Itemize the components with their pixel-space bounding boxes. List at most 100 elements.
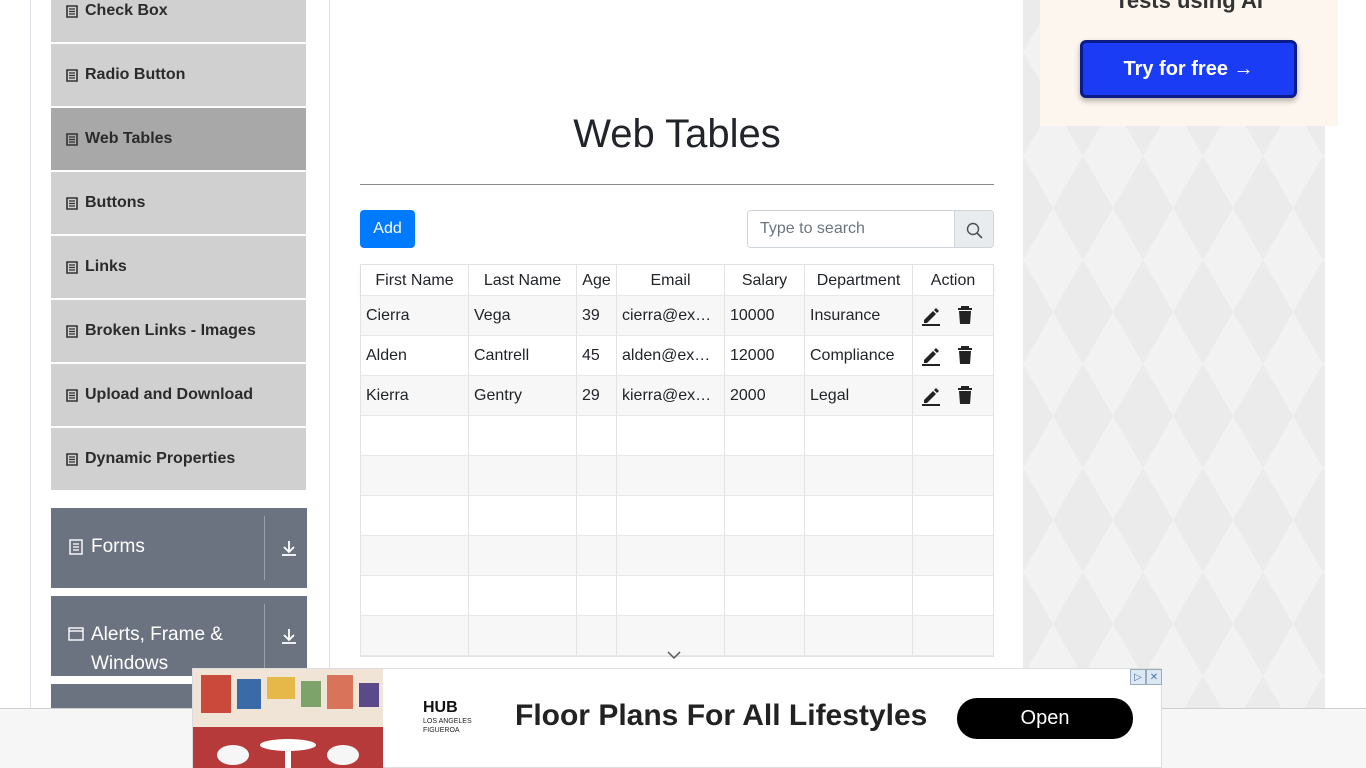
- table-row: Alden Cantrell 45 alden@ex… 12000 Compli…: [361, 336, 993, 376]
- cell-email: cierra@ex…: [617, 296, 725, 335]
- sidebar-item-dynamic-properties[interactable]: Dynamic Properties: [51, 428, 306, 490]
- cell-department: Compliance: [805, 336, 913, 375]
- list-icon: [66, 68, 78, 82]
- ad-card-text: Tests using AI: [1115, 0, 1263, 13]
- sidebar-item-buttons[interactable]: Buttons: [51, 172, 306, 234]
- web-table: First Name Last Name Age Email Salary De…: [360, 264, 994, 657]
- list-icon: [66, 452, 78, 466]
- hub-brand-line2: LOS ANGELES: [423, 718, 472, 725]
- table-header: First Name Last Name Age Email Salary De…: [361, 265, 993, 296]
- cell-last-name: Cantrell: [469, 336, 577, 375]
- cell-email: kierra@ex…: [617, 376, 725, 415]
- hub-brand-line3: FIGUEROA: [423, 727, 460, 734]
- cell-actions: [913, 336, 993, 375]
- hub-brand: HUB: [423, 699, 458, 716]
- group-divider: [264, 516, 265, 580]
- cell-first-name: Kierra: [361, 376, 469, 415]
- sidebar-item-links[interactable]: Links: [51, 236, 306, 298]
- cell-age: 39: [577, 296, 617, 335]
- cell-last-name: Gentry: [469, 376, 577, 415]
- hub-logo: HUB LOS ANGELES FIGUEROA: [423, 699, 483, 739]
- sidebar-item-upload-download[interactable]: Upload and Download: [51, 364, 306, 426]
- window-icon: [68, 627, 84, 641]
- sidebar-group-forms[interactable]: Forms: [51, 508, 307, 588]
- list-icon: [66, 324, 78, 338]
- group-label-line1: Alerts, Frame &: [91, 624, 223, 645]
- column-header-first-name[interactable]: First Name: [361, 265, 469, 295]
- table-row-empty: [361, 576, 993, 616]
- download-arrow-icon[interactable]: [279, 626, 299, 646]
- cell-actions: [913, 296, 993, 335]
- page-title: Web Tables: [573, 112, 781, 156]
- column-header-salary[interactable]: Salary: [725, 265, 805, 295]
- cell-last-name: Vega: [469, 296, 577, 335]
- cell-age: 45: [577, 336, 617, 375]
- delete-trash-icon[interactable]: [957, 306, 973, 325]
- download-arrow-icon[interactable]: [279, 538, 299, 558]
- table-row-empty: [361, 536, 993, 576]
- edit-pencil-icon[interactable]: [921, 386, 941, 406]
- sidebar-item-label: Dynamic Properties: [85, 450, 236, 467]
- cell-actions: [913, 376, 993, 415]
- open-button[interactable]: Open: [957, 698, 1133, 739]
- delete-trash-icon[interactable]: [957, 346, 973, 365]
- cell-salary: 12000: [725, 336, 805, 375]
- sidebar-item-broken-links[interactable]: Broken Links - Images: [51, 300, 306, 362]
- cell-department: Insurance: [805, 296, 913, 335]
- add-button[interactable]: Add: [360, 210, 415, 248]
- group-label-line2: Windows: [91, 653, 169, 674]
- group-divider: [264, 604, 265, 668]
- cell-email: alden@ex…: [617, 336, 725, 375]
- sidebar-item-label: Radio Button: [85, 66, 186, 83]
- cell-first-name: Cierra: [361, 296, 469, 335]
- search-button[interactable]: [954, 211, 993, 247]
- column-header-age[interactable]: Age: [577, 265, 617, 295]
- search-input[interactable]: [748, 211, 954, 247]
- table-row-empty: [361, 456, 993, 496]
- try-for-free-button[interactable]: Try for free →: [1080, 40, 1297, 98]
- cell-age: 29: [577, 376, 617, 415]
- list-icon: [66, 4, 78, 18]
- search-icon: [966, 222, 983, 239]
- document-icon: [69, 539, 83, 555]
- ad-headline: Floor Plans For All Lifestyles: [515, 699, 928, 732]
- sidebar-item-label: Web Tables: [85, 130, 173, 147]
- group-label: Forms: [91, 536, 145, 557]
- edit-pencil-icon[interactable]: [921, 306, 941, 326]
- cell-salary: 2000: [725, 376, 805, 415]
- table-row: Cierra Vega 39 cierra@ex… 10000 Insuranc…: [361, 296, 993, 336]
- column-header-last-name[interactable]: Last Name: [469, 265, 577, 295]
- sidebar-item-label: Buttons: [85, 194, 146, 211]
- sidebar-item-check-box[interactable]: Check Box: [51, 0, 306, 42]
- chevron-down-icon[interactable]: [666, 650, 682, 660]
- ad-controls: ▷ ✕: [1130, 669, 1162, 685]
- sidebar-item-label: Links: [85, 258, 127, 275]
- list-icon: [66, 260, 78, 274]
- ad-info-icon[interactable]: ▷: [1130, 669, 1146, 685]
- list-icon: [66, 196, 78, 210]
- title-divider: [360, 184, 994, 185]
- sidebar-item-label: Broken Links - Images: [85, 322, 256, 339]
- ad-card: Tests using AI Try for free →: [1040, 0, 1338, 126]
- cell-department: Legal: [805, 376, 913, 415]
- list-icon: [66, 388, 78, 402]
- ad-close-icon[interactable]: ✕: [1146, 669, 1162, 685]
- cell-salary: 10000: [725, 296, 805, 335]
- list-icon: [66, 132, 78, 146]
- column-header-department[interactable]: Department: [805, 265, 913, 295]
- sidebar-group-alerts[interactable]: Alerts, Frame & Windows: [51, 596, 307, 676]
- sidebar-item-web-tables[interactable]: Web Tables: [51, 108, 306, 170]
- sidebar-item-label: Check Box: [85, 2, 168, 19]
- bottom-ad-banner[interactable]: HUB LOS ANGELES FIGUEROA Floor Plans For…: [192, 668, 1162, 768]
- table-row-empty: [361, 496, 993, 536]
- column-header-email[interactable]: Email: [617, 265, 725, 295]
- cell-first-name: Alden: [361, 336, 469, 375]
- left-panel: Check Box Radio Button Web Tables Button…: [30, 0, 330, 768]
- table-row-empty: [361, 416, 993, 456]
- ad-image: [193, 669, 383, 768]
- dining-room-image: [193, 669, 383, 768]
- sidebar-item-radio-button[interactable]: Radio Button: [51, 44, 306, 106]
- column-header-action: Action: [930, 272, 976, 289]
- edit-pencil-icon[interactable]: [921, 346, 941, 366]
- delete-trash-icon[interactable]: [957, 386, 973, 405]
